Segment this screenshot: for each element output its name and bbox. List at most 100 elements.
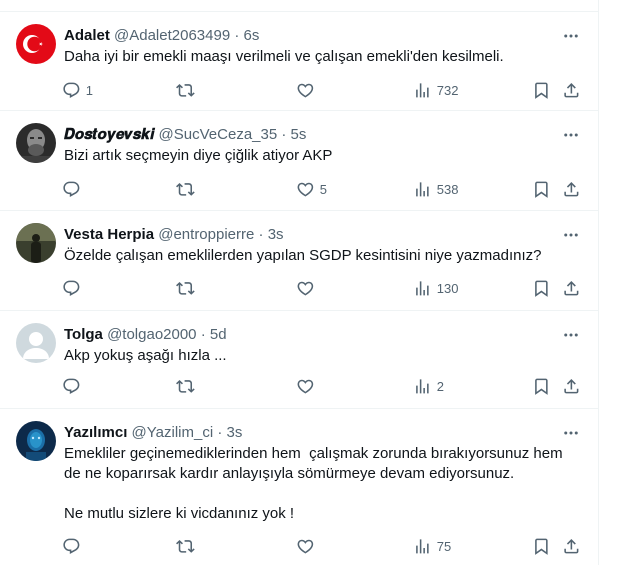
like-button[interactable]: [296, 80, 320, 100]
share-button[interactable]: [562, 376, 581, 396]
views-button[interactable]: 130: [413, 278, 458, 298]
bookmark-button[interactable]: [532, 80, 551, 100]
views-button[interactable]: 732: [413, 80, 458, 100]
display-name[interactable]: Adalet: [64, 27, 110, 44]
reply-button[interactable]: 1: [62, 80, 93, 100]
bookmark-button[interactable]: [532, 278, 551, 298]
more-dots-icon: [564, 333, 578, 337]
share-button[interactable]: [562, 278, 581, 298]
reply-button[interactable]: [62, 278, 86, 298]
tweet-actions: 130: [62, 278, 586, 298]
retweet-icon: [176, 281, 195, 295]
retweet-icon: [176, 83, 195, 97]
tweet-text: Bizi artık seçmeyin diye çiğlik atiyor A…: [64, 147, 333, 164]
bookmark-icon: [535, 378, 548, 395]
tweet[interactable]: Yazılımcı @Yazilim_ci · 3s Emekliler geç…: [0, 409, 598, 565]
avatar[interactable]: [16, 323, 56, 363]
share-button[interactable]: [562, 80, 581, 100]
bookmark-icon: [535, 181, 548, 198]
share-button[interactable]: [562, 179, 581, 199]
tweet-text: Daha iyi bir emekli maaşı verilmeli ve ç…: [64, 48, 504, 65]
more-options-button[interactable]: [560, 125, 582, 145]
like-button[interactable]: 5: [296, 179, 327, 199]
retweet-button[interactable]: [176, 80, 200, 100]
share-icon: [564, 82, 579, 98]
separator-dot: ·: [258, 226, 264, 243]
tweet[interactable]: Adalet @Adalet2063499 · 6s Daha iyi bir …: [0, 12, 598, 111]
like-button[interactable]: [296, 278, 320, 298]
views-button[interactable]: 538: [413, 179, 458, 199]
tweet-text: Akp yokuş aşağı hızla ...: [64, 347, 227, 364]
more-options-button[interactable]: [560, 423, 582, 443]
reply-button[interactable]: [62, 179, 86, 199]
share-icon: [564, 538, 579, 554]
timestamp[interactable]: 6s: [244, 27, 260, 44]
tweet[interactable]: 𝑫𝒐𝒔𝒕𝒐𝒚𝒆𝒗𝒔𝒌𝒊 @SucVeCeza_35 · 5s Bizi artı…: [0, 111, 598, 211]
heart-icon: [297, 281, 314, 296]
timestamp[interactable]: 5d: [210, 326, 227, 343]
bookmark-button[interactable]: [532, 376, 551, 396]
tweet-actions: 75: [62, 536, 586, 556]
view-count: 732: [436, 82, 459, 98]
user-handle[interactable]: @Yazilim_ci: [132, 424, 214, 441]
user-handle[interactable]: @SucVeCeza_35: [159, 126, 278, 143]
like-button[interactable]: [296, 376, 320, 396]
silhouette-avatar-icon: [16, 223, 56, 263]
tweet-actions: 1 732: [62, 80, 586, 100]
more-options-button[interactable]: [560, 26, 582, 46]
retweet-button[interactable]: [176, 376, 200, 396]
display-name[interactable]: Tolga: [64, 326, 103, 343]
views-chart-icon: [416, 82, 429, 98]
views-button[interactable]: 2: [413, 376, 444, 396]
like-button[interactable]: [296, 536, 320, 556]
separator-dot: ·: [281, 126, 287, 143]
reply-icon: [63, 378, 80, 394]
digital-head-avatar-icon: [16, 421, 56, 461]
heart-icon: [297, 539, 314, 554]
turkish-flag-avatar-icon: [16, 24, 56, 64]
bookmark-icon: [535, 538, 548, 555]
tweet-text: Emekliler geçinemediklerinden hem çalışm…: [64, 445, 563, 522]
view-count: 2: [436, 378, 444, 394]
share-button[interactable]: [562, 536, 581, 556]
heart-icon: [297, 182, 314, 197]
tweet[interactable]: Vesta Herpia @entroppierre · 3s Özelde ç…: [0, 211, 598, 311]
more-dots-icon: [564, 133, 578, 137]
display-name[interactable]: Yazılımcı: [64, 424, 127, 441]
user-handle[interactable]: @entroppierre: [158, 226, 254, 243]
display-name[interactable]: 𝑫𝒐𝒔𝒕𝒐𝒚𝒆𝒗𝒔𝒌𝒊: [64, 126, 154, 143]
reply-button[interactable]: [62, 536, 86, 556]
bookmark-button[interactable]: [532, 179, 551, 199]
timestamp[interactable]: 3s: [268, 226, 284, 243]
timestamp[interactable]: 3s: [227, 424, 243, 441]
tweet-header: Adalet @Adalet2063499 · 6s: [64, 26, 558, 46]
retweet-button[interactable]: [176, 278, 200, 298]
retweet-button[interactable]: [176, 536, 200, 556]
separator-dot: ·: [200, 326, 206, 343]
reply-button[interactable]: [62, 376, 86, 396]
avatar[interactable]: [16, 223, 56, 263]
tweet-header: Vesta Herpia @entroppierre · 3s: [64, 225, 558, 245]
retweet-button[interactable]: [176, 179, 200, 199]
more-options-button[interactable]: [560, 225, 582, 245]
display-name[interactable]: Vesta Herpia: [64, 226, 154, 243]
share-icon: [564, 181, 579, 197]
views-chart-icon: [416, 280, 429, 296]
more-dots-icon: [564, 233, 578, 237]
heart-icon: [297, 83, 314, 98]
avatar[interactable]: [16, 123, 56, 163]
share-icon: [564, 378, 579, 394]
timestamp[interactable]: 5s: [291, 126, 307, 143]
avatar[interactable]: [16, 24, 56, 64]
tweet-text: Özelde çalışan emeklilerden yapılan SGDP…: [64, 247, 542, 264]
more-dots-icon: [564, 431, 578, 435]
tweet[interactable]: Tolga @tolgao2000 · 5d Akp yokuş aşağı h…: [0, 311, 598, 409]
more-options-button[interactable]: [560, 325, 582, 345]
user-handle[interactable]: @Adalet2063499: [114, 27, 230, 44]
retweet-icon: [176, 379, 195, 393]
bookmark-icon: [535, 280, 548, 297]
bookmark-button[interactable]: [532, 536, 551, 556]
user-handle[interactable]: @tolgao2000: [107, 326, 196, 343]
avatar[interactable]: [16, 421, 56, 461]
views-button[interactable]: 75: [413, 536, 451, 556]
